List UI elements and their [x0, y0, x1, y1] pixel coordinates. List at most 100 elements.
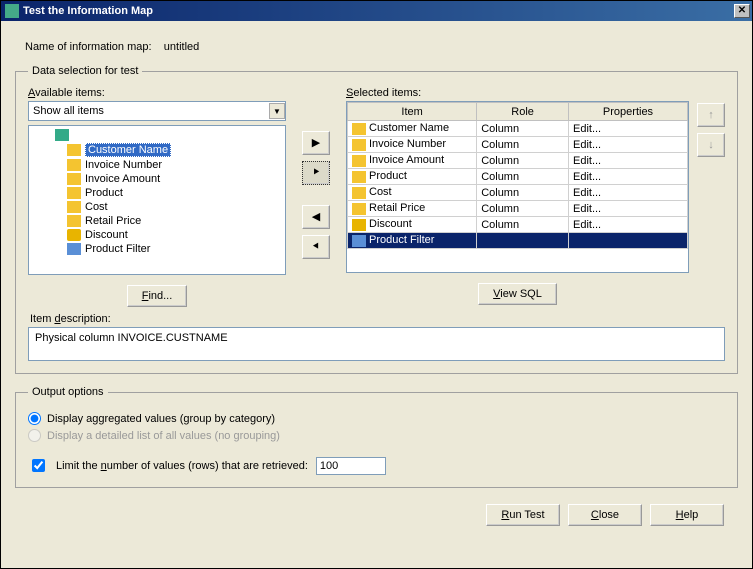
selected-items-label: Selected items: [346, 87, 689, 99]
table-cell: Column [477, 137, 569, 153]
available-items-filter-combo[interactable]: Show all items ▼ [28, 101, 286, 121]
selected-items-table[interactable]: Item Role Properties Customer NameColumn… [347, 102, 688, 249]
window-title: Test the Information Map [23, 5, 734, 17]
table-cell [477, 233, 569, 249]
find-button[interactable]: Find... [127, 285, 188, 307]
view-sql-button[interactable]: View SQL [478, 283, 557, 305]
close-icon[interactable]: ✕ [734, 4, 750, 18]
table-row[interactable]: CostColumnEdit... [348, 185, 688, 201]
table-row[interactable]: ProductColumnEdit... [348, 169, 688, 185]
tree-item[interactable]: Product [31, 186, 283, 200]
table-cell: Customer Name [348, 121, 477, 137]
col-icon [67, 187, 81, 199]
output-options-legend: Output options [28, 386, 108, 398]
table-row[interactable]: Invoice NumberColumnEdit... [348, 137, 688, 153]
available-items-label: Available items: [28, 87, 286, 99]
table-cell: Column [477, 217, 569, 233]
table-cell: Edit... [568, 185, 687, 201]
col-icon [352, 155, 366, 167]
output-options-group: Output options Display aggregated values… [15, 386, 738, 488]
tree-item[interactable]: Discount [31, 228, 283, 242]
tree-item-label: Customer Name [85, 143, 171, 157]
tree-item-label: Discount [85, 229, 128, 241]
tree-item[interactable]: Customer Name [31, 142, 283, 158]
disc-icon [67, 229, 81, 241]
table-cell: Column [477, 185, 569, 201]
map-name-label: Name of information map: [25, 41, 152, 53]
table-cell: Column [477, 121, 569, 137]
window-titlebar: Test the Information Map ✕ [1, 1, 752, 21]
add-button[interactable]: ▶ [302, 131, 330, 155]
close-button[interactable]: Close [568, 504, 642, 526]
col-icon [67, 144, 81, 156]
app-icon [5, 4, 19, 18]
table-row[interactable]: DiscountColumnEdit... [348, 217, 688, 233]
limit-checkbox[interactable] [32, 459, 45, 472]
col-icon [352, 171, 366, 183]
tree-item[interactable]: Cost [31, 200, 283, 214]
col-icon [352, 139, 366, 151]
run-test-button[interactable]: Run Test [486, 504, 560, 526]
chevron-down-icon: ▼ [269, 103, 285, 119]
table-row[interactable]: Customer NameColumnEdit... [348, 121, 688, 137]
table-cell: Retail Price [348, 201, 477, 217]
combo-value: Show all items [33, 105, 269, 117]
remove-button[interactable]: ◀ [302, 205, 330, 229]
item-description-label: Item description: [30, 313, 725, 325]
radio-aggregated-input[interactable] [28, 412, 41, 425]
col-header-role[interactable]: Role [477, 103, 569, 121]
tree-item-label: Product Filter [85, 243, 150, 255]
table-cell [568, 233, 687, 249]
col-header-props[interactable]: Properties [568, 103, 687, 121]
item-description-box: Physical column INVOICE.CUSTNAME [28, 327, 725, 361]
col-header-item[interactable]: Item [348, 103, 477, 121]
table-cell: Column [477, 169, 569, 185]
table-row[interactable]: Product Filter [348, 233, 688, 249]
radio-aggregated[interactable]: Display aggregated values (group by cate… [28, 412, 725, 425]
table-cell: Edit... [568, 201, 687, 217]
col-icon [352, 203, 366, 215]
tree-item[interactable] [31, 128, 283, 142]
col-icon [352, 123, 366, 135]
tree-item-label: Cost [85, 201, 108, 213]
filter-icon [67, 243, 81, 255]
table-cell: Column [477, 201, 569, 217]
tree-item-label: Invoice Number [85, 159, 162, 171]
table-row[interactable]: Invoice AmountColumnEdit... [348, 153, 688, 169]
col-icon [352, 187, 366, 199]
col-icon [67, 173, 81, 185]
data-selection-legend: Data selection for test [28, 65, 142, 77]
table-cell: Edit... [568, 169, 687, 185]
tree-item-label: Product [85, 187, 123, 199]
help-button[interactable]: Help [650, 504, 724, 526]
table-cell: Invoice Amount [348, 153, 477, 169]
limit-input[interactable] [316, 457, 386, 475]
radio-detailed-label: Display a detailed list of all values (n… [47, 430, 280, 442]
cube-icon [55, 129, 69, 141]
table-cell: Edit... [568, 153, 687, 169]
table-row[interactable]: Retail PriceColumnEdit... [348, 201, 688, 217]
map-name-value: untitled [164, 41, 199, 53]
limit-label: Limit the number of values (rows) that a… [56, 460, 308, 472]
tree-item[interactable]: Invoice Amount [31, 172, 283, 186]
selected-items-table-wrap: Item Role Properties Customer NameColumn… [346, 101, 689, 273]
data-selection-group: Data selection for test Available items:… [15, 65, 738, 374]
tree-item[interactable]: Invoice Number [31, 158, 283, 172]
radio-detailed: Display a detailed list of all values (n… [28, 429, 725, 442]
table-cell: Edit... [568, 121, 687, 137]
map-name-row: Name of information map: untitled [25, 41, 738, 53]
add-all-button[interactable]: ⯈ [302, 161, 330, 185]
tree-item[interactable]: Product Filter [31, 242, 283, 256]
move-down-button[interactable]: ↓ [697, 133, 725, 157]
remove-all-button[interactable]: ⯇ [302, 235, 330, 259]
move-up-button[interactable]: ↑ [697, 103, 725, 127]
radio-aggregated-label: Display aggregated values (group by cate… [47, 413, 275, 425]
available-items-tree[interactable]: Customer Name Invoice NumberInvoice Amoun… [28, 125, 286, 275]
table-cell: Discount [348, 217, 477, 233]
col-icon [67, 201, 81, 213]
tree-item[interactable]: Retail Price [31, 214, 283, 228]
table-cell: Edit... [568, 217, 687, 233]
radio-detailed-input [28, 429, 41, 442]
table-cell: Invoice Number [348, 137, 477, 153]
tree-item-label: Retail Price [85, 215, 141, 227]
